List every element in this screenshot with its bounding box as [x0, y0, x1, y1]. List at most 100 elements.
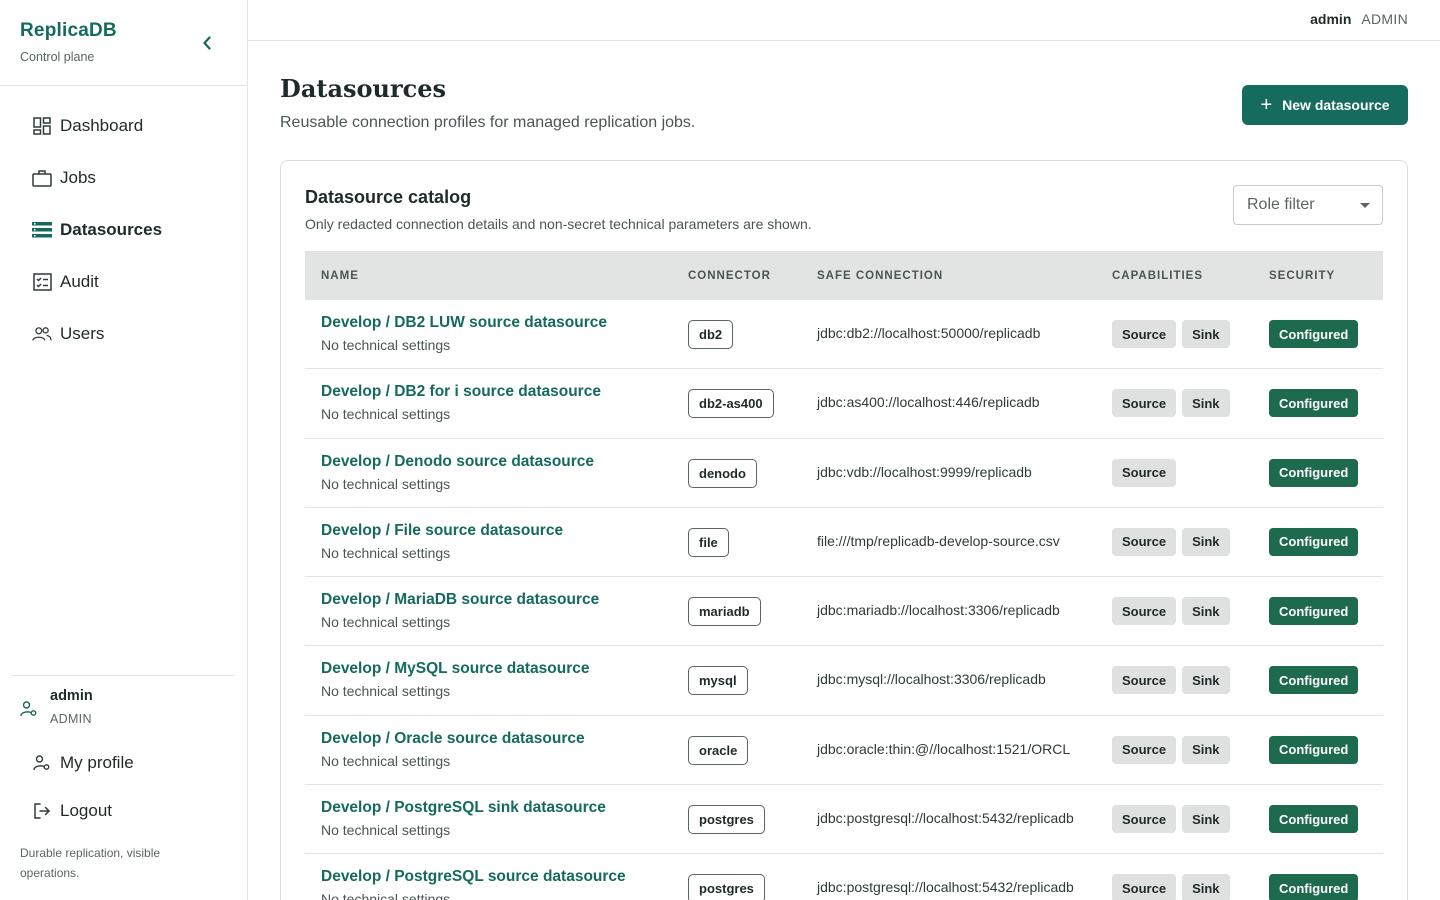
- new-datasource-button[interactable]: + New datasource: [1242, 85, 1408, 125]
- datasource-link[interactable]: Develop / Oracle source datasource: [321, 730, 585, 748]
- role-filter-select[interactable]: Role filter: [1233, 185, 1383, 225]
- security-status-badge: Configured: [1269, 389, 1359, 418]
- technical-settings-text: No technical settings: [321, 406, 451, 423]
- nav-item-audit[interactable]: Audit: [12, 256, 236, 308]
- security-status-badge: Configured: [1269, 805, 1359, 834]
- connector-chip: postgres: [688, 805, 765, 835]
- capabilities-cell: Source Sink: [1112, 805, 1236, 834]
- security-status-badge: Configured: [1269, 874, 1359, 900]
- capability-badge: Source: [1112, 458, 1177, 487]
- users-icon: [32, 324, 52, 344]
- datasource-link[interactable]: Develop / DB2 for i source datasource: [321, 383, 601, 401]
- capability-badge: Sink: [1182, 527, 1230, 556]
- datasource-name-cell: Develop / MySQL source datasource No tec…: [321, 660, 589, 699]
- nav-item-dashboard[interactable]: Dashboard: [12, 100, 236, 152]
- column-header-security[interactable]: SECURITY: [1269, 270, 1335, 282]
- safe-connection-text: jdbc:vdb://localhost:9999/replicadb: [817, 463, 1032, 480]
- datasource-link[interactable]: Develop / MySQL source datasource: [321, 660, 589, 678]
- datasource-link[interactable]: Develop / Denodo source datasource: [321, 453, 594, 471]
- table-row[interactable]: Develop / DB2 LUW source datasource No t…: [305, 300, 1383, 370]
- tagline: Durable replication, visible operations.: [20, 846, 161, 880]
- sidebar-divider: [0, 85, 247, 86]
- role-filter-placeholder: Role filter: [1247, 196, 1315, 213]
- datasource-name-cell: Develop / File source datasource No tech…: [321, 522, 563, 561]
- technical-settings-text: No technical settings: [321, 475, 451, 492]
- table-row[interactable]: Develop / File source datasource No tech…: [305, 508, 1383, 578]
- nav-item-datasources[interactable]: Datasources: [12, 204, 236, 256]
- column-header-connector[interactable]: CONNECTOR: [688, 270, 771, 282]
- safe-connection-text: jdbc:mysql://localhost:3306/replicadb: [817, 671, 1046, 688]
- sidebar-user-divider: [12, 675, 235, 676]
- technical-settings-text: No technical settings: [321, 752, 451, 769]
- capability-badge: Sink: [1182, 735, 1230, 764]
- datasource-name-cell: Develop / DB2 for i source datasource No…: [321, 383, 601, 422]
- datasource-link[interactable]: Develop / File source datasource: [321, 522, 563, 540]
- topbar-user[interactable]: admin ADMIN: [1310, 11, 1408, 27]
- catalog-subtitle: Only redacted connection details and non…: [305, 216, 812, 232]
- technical-settings-text: No technical settings: [321, 891, 451, 900]
- main-nav: Dashboard Jobs Datasources Audit Users: [12, 100, 236, 360]
- capability-badge: Source: [1112, 805, 1177, 834]
- datasource-name-cell: Develop / DB2 LUW source datasource No t…: [321, 314, 607, 353]
- datasource-link[interactable]: Develop / PostgreSQL sink datasource: [321, 799, 606, 817]
- security-status-badge: Configured: [1269, 735, 1359, 764]
- connector-chip: oracle: [688, 735, 749, 765]
- safe-connection-text: file:///tmp/replicadb-develop-source.csv: [817, 532, 1060, 549]
- column-header-name[interactable]: NAME: [321, 270, 359, 282]
- safe-connection-text: jdbc:postgresql://localhost:5432/replica…: [817, 810, 1074, 827]
- datasource-table: NAME CONNECTOR SAFE CONNECTION CAPABILIT…: [305, 251, 1383, 900]
- new-datasource-label: New datasource: [1282, 97, 1390, 113]
- capability-badge: Sink: [1182, 666, 1230, 695]
- capabilities-cell: Source Sink: [1112, 735, 1236, 764]
- security-status-badge: Configured: [1269, 666, 1359, 695]
- datasource-link[interactable]: Develop / DB2 LUW source datasource: [321, 314, 607, 332]
- table-row[interactable]: Develop / PostgreSQL sink datasource No …: [305, 785, 1383, 855]
- capabilities-cell: Source Sink: [1112, 320, 1236, 348]
- brand: ReplicaDB Control plane: [20, 20, 117, 64]
- technical-settings-text: No technical settings: [321, 337, 451, 353]
- capability-badge: Source: [1112, 874, 1177, 900]
- technical-settings-text: No technical settings: [321, 822, 451, 839]
- datasource-name-cell: Develop / PostgreSQL sink datasource No …: [321, 799, 606, 838]
- logout-label: Logout: [60, 801, 112, 820]
- capabilities-cell: Source Sink: [1112, 874, 1236, 900]
- table-row[interactable]: Develop / MySQL source datasource No tec…: [305, 646, 1383, 716]
- plus-icon: +: [1260, 94, 1273, 116]
- datasource-link[interactable]: Develop / MariaDB source datasource: [321, 591, 599, 609]
- nav-item-jobs[interactable]: Jobs: [12, 152, 236, 204]
- datasource-catalog-card: Datasource catalog Only redacted connect…: [280, 160, 1408, 900]
- technical-settings-text: No technical settings: [321, 614, 451, 631]
- capability-badge: Sink: [1182, 874, 1230, 900]
- table-row[interactable]: Develop / DB2 for i source datasource No…: [305, 369, 1383, 439]
- column-header-connection[interactable]: SAFE CONNECTION: [817, 270, 943, 282]
- sidebar: ReplicaDB Control plane Dashboard Jobs D…: [0, 0, 248, 900]
- logout-icon: [32, 801, 52, 821]
- logout-link[interactable]: Logout: [32, 801, 112, 821]
- datasource-link[interactable]: Develop / PostgreSQL source datasource: [321, 868, 626, 886]
- table-row[interactable]: Develop / MariaDB source datasource No t…: [305, 577, 1383, 647]
- connector-chip: mariadb: [688, 597, 761, 627]
- chevron-left-icon: [203, 36, 211, 50]
- column-header-capabilities[interactable]: CAPABILITIES: [1112, 270, 1203, 282]
- nav-item-users[interactable]: Users: [12, 308, 236, 360]
- table-row[interactable]: Develop / PostgreSQL source datasource N…: [305, 854, 1383, 900]
- user-settings-icon: [20, 700, 40, 726]
- table-body: Develop / DB2 LUW source datasource No t…: [305, 300, 1383, 900]
- brand-name[interactable]: ReplicaDB: [20, 20, 117, 42]
- connector-chip: db2-as400: [688, 389, 774, 419]
- my-profile-link[interactable]: My profile: [32, 753, 134, 773]
- briefcase-icon: [32, 168, 52, 188]
- table-row[interactable]: Develop / Oracle source datasource No te…: [305, 716, 1383, 786]
- capability-badge: Source: [1112, 389, 1177, 418]
- capabilities-cell: Source Sink: [1112, 597, 1236, 626]
- page-title: Datasources: [280, 74, 447, 103]
- capability-badge: Source: [1112, 527, 1177, 556]
- list-icon: [32, 220, 52, 240]
- table-row[interactable]: Develop / Denodo source datasource No te…: [305, 439, 1383, 508]
- capability-badge: Source: [1112, 735, 1177, 764]
- collapse-sidebar-button[interactable]: [196, 32, 218, 54]
- connector-chip: mysql: [688, 666, 748, 696]
- my-profile-label: My profile: [60, 753, 134, 772]
- capabilities-cell: Source: [1112, 458, 1182, 487]
- brand-subtitle: Control plane: [20, 50, 95, 64]
